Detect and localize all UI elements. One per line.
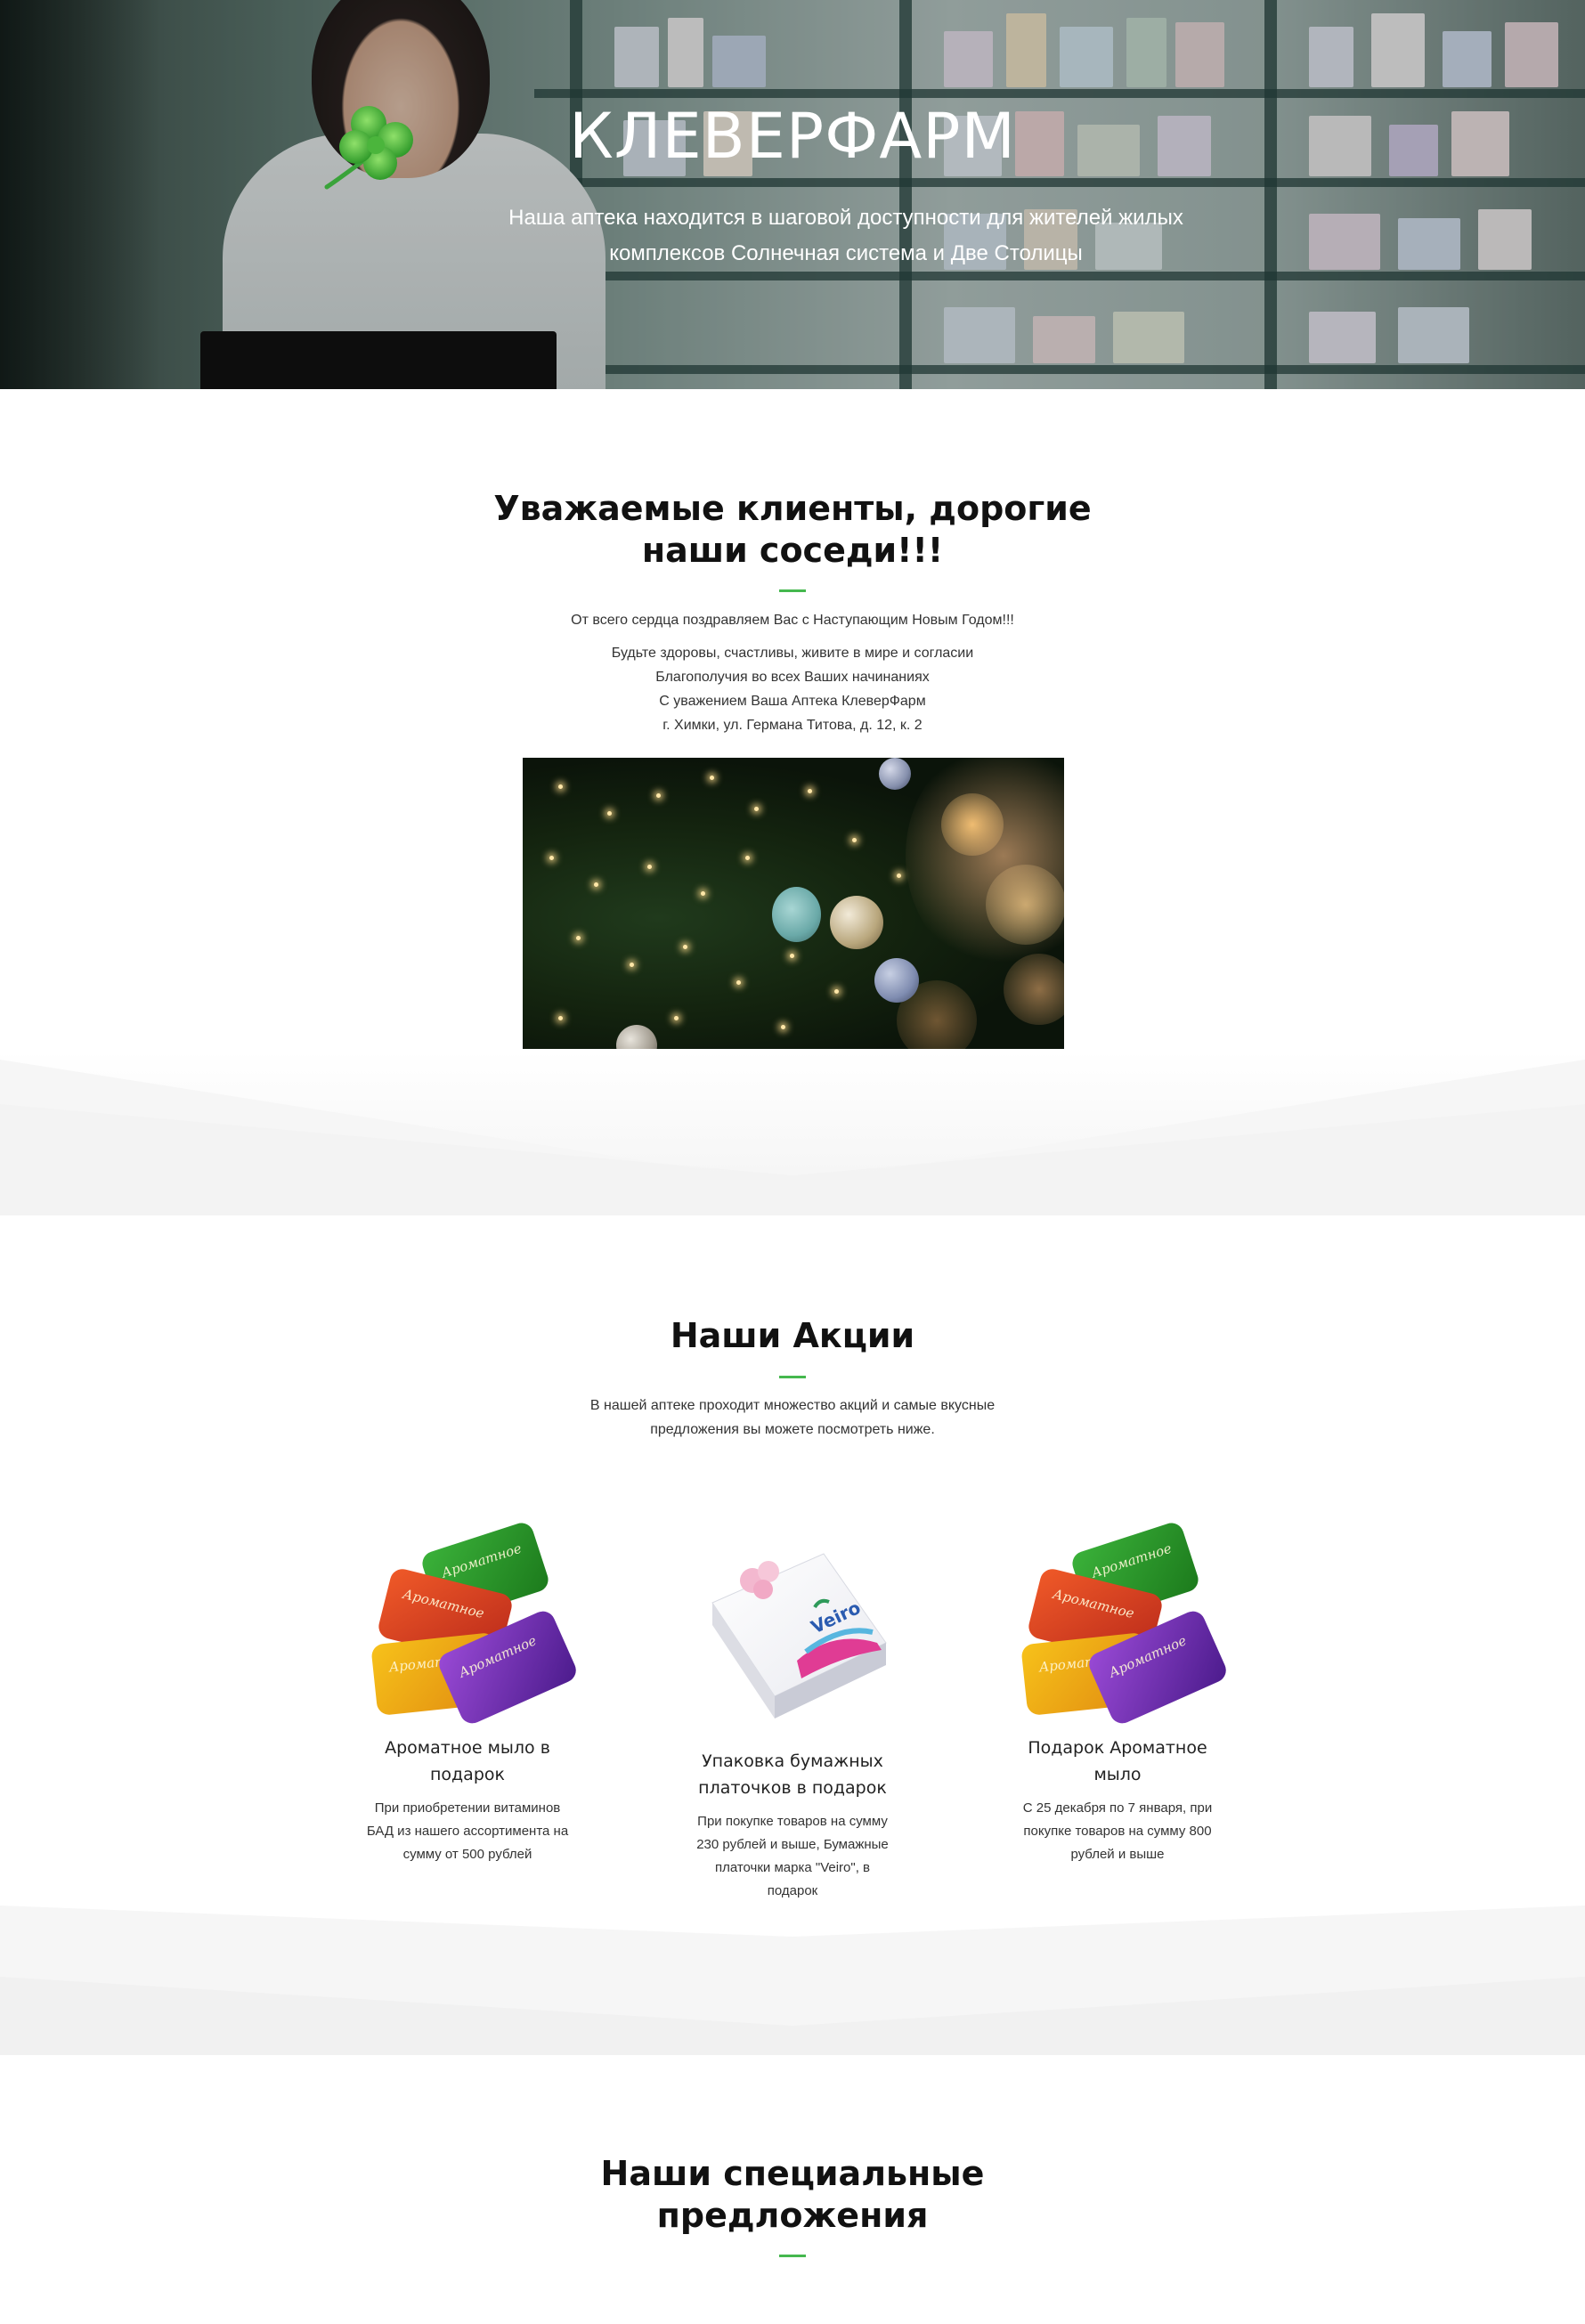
hero-section: КЛЕВЕРФАРМ Наша аптека находится в шагов…	[0, 0, 1585, 389]
promo-card-soap-gift[interactable]: Ароматное Ароматное Ароматное Ароматное …	[1002, 1519, 1233, 1866]
section-separator	[0, 1897, 1585, 2055]
promo-description: С 25 декабря по 7 января, при покупке то…	[1022, 1800, 1213, 1862]
soap-image: Ароматное Ароматное Ароматное Ароматное	[365, 1519, 581, 1727]
promo-card-tissues[interactable]: Veiro Упаковка бумажных платочков в пода…	[677, 1545, 908, 1903]
greeting-line: От всего сердца поздравляем Вас с Наступ…	[571, 613, 1014, 628]
hero-title: КЛЕВЕРФАРМ	[569, 100, 1016, 173]
specials-title: Наши специальные предложения	[600, 2154, 985, 2235]
promo-title: Упаковка бумажных платочков в подарок	[698, 1751, 887, 1798]
promos-title: Наши Акции	[670, 1316, 915, 1355]
promo-description: При приобретении витаминов БАД из нашего…	[366, 1800, 569, 1862]
promo-description: При покупке товаров на сумму 230 рублей …	[696, 1814, 889, 1898]
greeting-message: Будьте здоровы, счастливы, живите в мире…	[611, 646, 974, 733]
title-divider	[779, 589, 806, 592]
promo-title: Ароматное мыло в подарок	[385, 1738, 550, 1784]
christmas-tree-image	[523, 758, 1064, 1049]
promos-intro: В нашей аптеке проходит множество акций …	[589, 1398, 996, 1437]
hero-subtitle: Наша аптека находится в шаговой доступно…	[508, 206, 1183, 265]
section-separator	[0, 1051, 1585, 1215]
tissues-image: Veiro	[690, 1545, 895, 1741]
greeting-title: Уважаемые клиенты, дорогие наши соседи!!…	[493, 489, 1092, 570]
title-divider	[779, 1376, 806, 1378]
title-divider	[779, 2255, 806, 2257]
soap-image: Ароматное Ароматное Ароматное Ароматное	[1015, 1519, 1231, 1727]
promo-card-soap[interactable]: Ароматное Ароматное Ароматное Ароматное …	[352, 1519, 583, 1866]
promo-title: Подарок Ароматное мыло	[1028, 1738, 1207, 1784]
